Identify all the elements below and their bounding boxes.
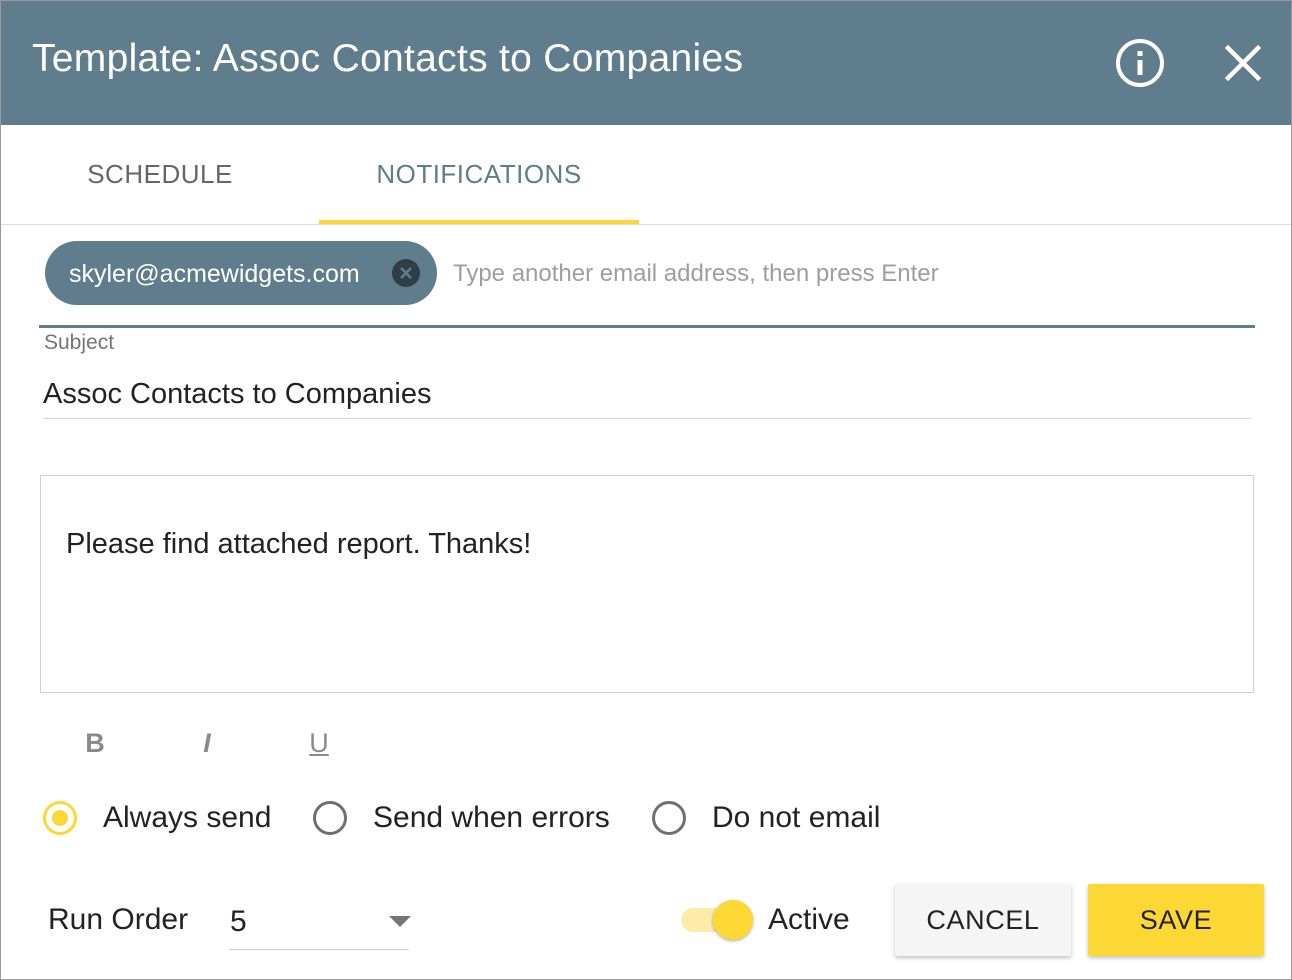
radio-label: Always send <box>103 801 272 834</box>
save-button[interactable]: SAVE <box>1088 884 1264 956</box>
message-body-editor[interactable]: Please find attached report. Thanks! <box>40 475 1254 693</box>
radio-button[interactable] <box>652 801 686 835</box>
dropdown-arrow-icon <box>389 916 411 927</box>
radio-send-when-errors[interactable]: Send when errors <box>313 795 610 841</box>
dialog-header: Template: Assoc Contacts to Companies <box>1 1 1291 125</box>
cancel-button[interactable]: CANCEL <box>895 884 1071 956</box>
subject-label: Subject <box>44 331 115 354</box>
italic-button[interactable]: I <box>185 723 229 763</box>
remove-recipient-icon[interactable] <box>391 258 421 288</box>
recipient-chip: skyler@acmewidgets.com <box>45 241 437 305</box>
underline-button[interactable]: U <box>297 723 341 763</box>
message-body-text: Please find attached report. Thanks! <box>66 528 532 560</box>
active-toggle[interactable] <box>681 899 753 943</box>
radio-always-send[interactable]: Always send <box>43 795 271 841</box>
dialog-title: Template: Assoc Contacts to Companies <box>32 37 744 80</box>
close-icon[interactable] <box>1217 37 1269 89</box>
notification-template-dialog: Template: Assoc Contacts to Companies SC… <box>0 0 1292 980</box>
info-icon[interactable] <box>1114 37 1166 89</box>
toggle-thumb <box>713 900 753 940</box>
radio-do-not-email[interactable]: Do not email <box>652 795 880 841</box>
subject-input[interactable] <box>43 370 1251 419</box>
email-input[interactable] <box>451 251 1215 297</box>
run-order-select[interactable]: 5 <box>229 895 411 950</box>
radio-button-checked[interactable] <box>43 801 77 835</box>
radio-label: Do not email <box>712 801 881 834</box>
run-order-value: 5 <box>230 905 247 938</box>
tab-notifications[interactable]: NOTIFICATIONS <box>319 125 639 224</box>
radio-button[interactable] <box>313 801 347 835</box>
tab-schedule[interactable]: SCHEDULE <box>1 125 319 224</box>
active-label: Active <box>768 903 850 936</box>
run-order-label: Run Order <box>48 903 189 936</box>
recipient-chip-label: skyler@acmewidgets.com <box>69 260 360 288</box>
recipients-field: skyler@acmewidgets.com <box>39 237 1255 328</box>
radio-label: Send when errors <box>373 801 610 834</box>
bold-button[interactable]: B <box>73 723 117 763</box>
tab-bar: SCHEDULE NOTIFICATIONS <box>1 125 1291 225</box>
